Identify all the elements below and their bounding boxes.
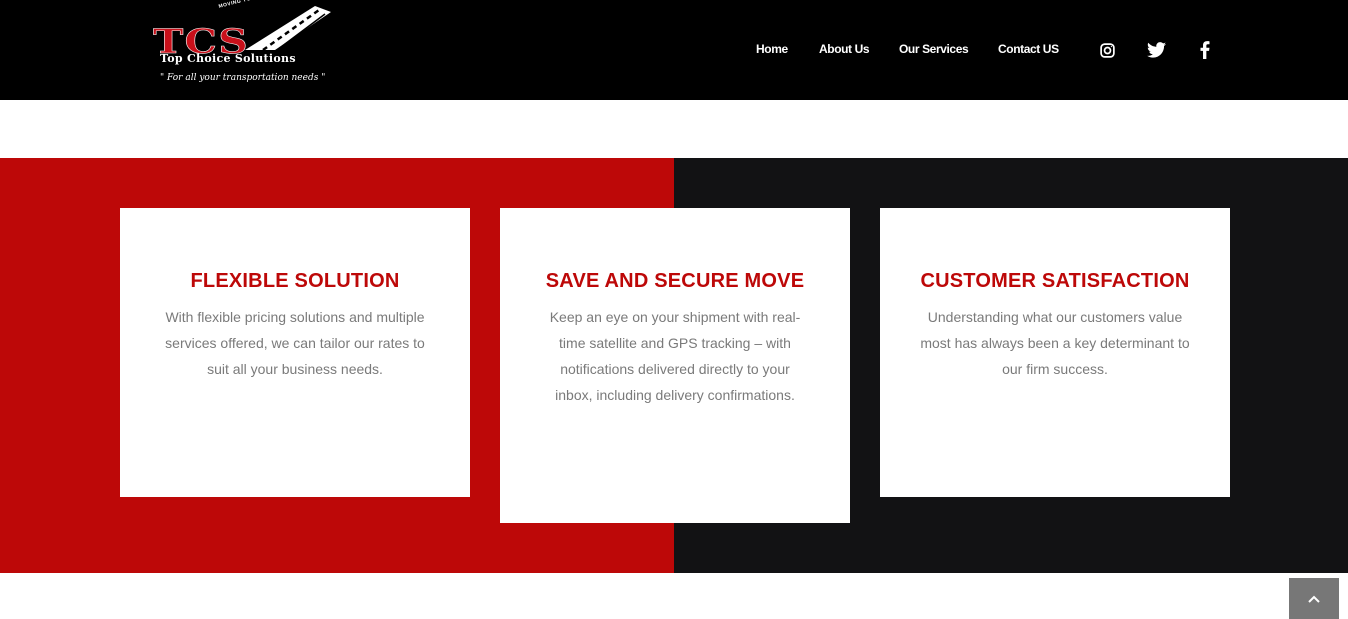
feature-title: FLEXIBLE SOLUTION (190, 270, 400, 292)
feature-text: Understanding what our customers value m… (920, 309, 1190, 377)
nav-contact-us[interactable]: Contact US (998, 42, 1059, 56)
chevron-up-icon (1308, 595, 1320, 603)
twitter-icon[interactable] (1146, 40, 1166, 60)
facebook-icon[interactable] (1195, 40, 1215, 60)
instagram-icon[interactable] (1097, 40, 1117, 60)
feature-card-customer-satisfaction: CUSTOMER SATISFACTION Understanding what… (880, 208, 1230, 497)
site-logo[interactable]: MOVING YOUR BUSINESS FORWARD TCS Top Cho… (150, 0, 335, 90)
feature-title: SAVE AND SECURE MOVE (545, 270, 805, 292)
site-header: MOVING YOUR BUSINESS FORWARD TCS Top Cho… (0, 0, 1348, 100)
nav-about-us[interactable]: About Us (819, 42, 870, 56)
feature-text: Keep an eye on your shipment with real-t… (549, 309, 801, 403)
nav-our-services[interactable]: Our Services (899, 42, 969, 56)
feature-text: With flexible pricing solutions and mult… (165, 309, 425, 377)
feature-title: CUSTOMER SATISFACTION (920, 270, 1190, 292)
scroll-to-top-button[interactable] (1289, 578, 1339, 619)
nav-home[interactable]: Home (756, 42, 788, 56)
road-icon (245, 6, 331, 52)
feature-card-flexible: FLEXIBLE SOLUTION With flexible pricing … (120, 208, 470, 497)
logo-slogan: " For all your transportation needs " (160, 73, 326, 83)
feature-card-secure-move: SAVE AND SECURE MOVE Keep an eye on your… (500, 208, 850, 523)
company-name: Top Choice Solutions (160, 52, 296, 65)
